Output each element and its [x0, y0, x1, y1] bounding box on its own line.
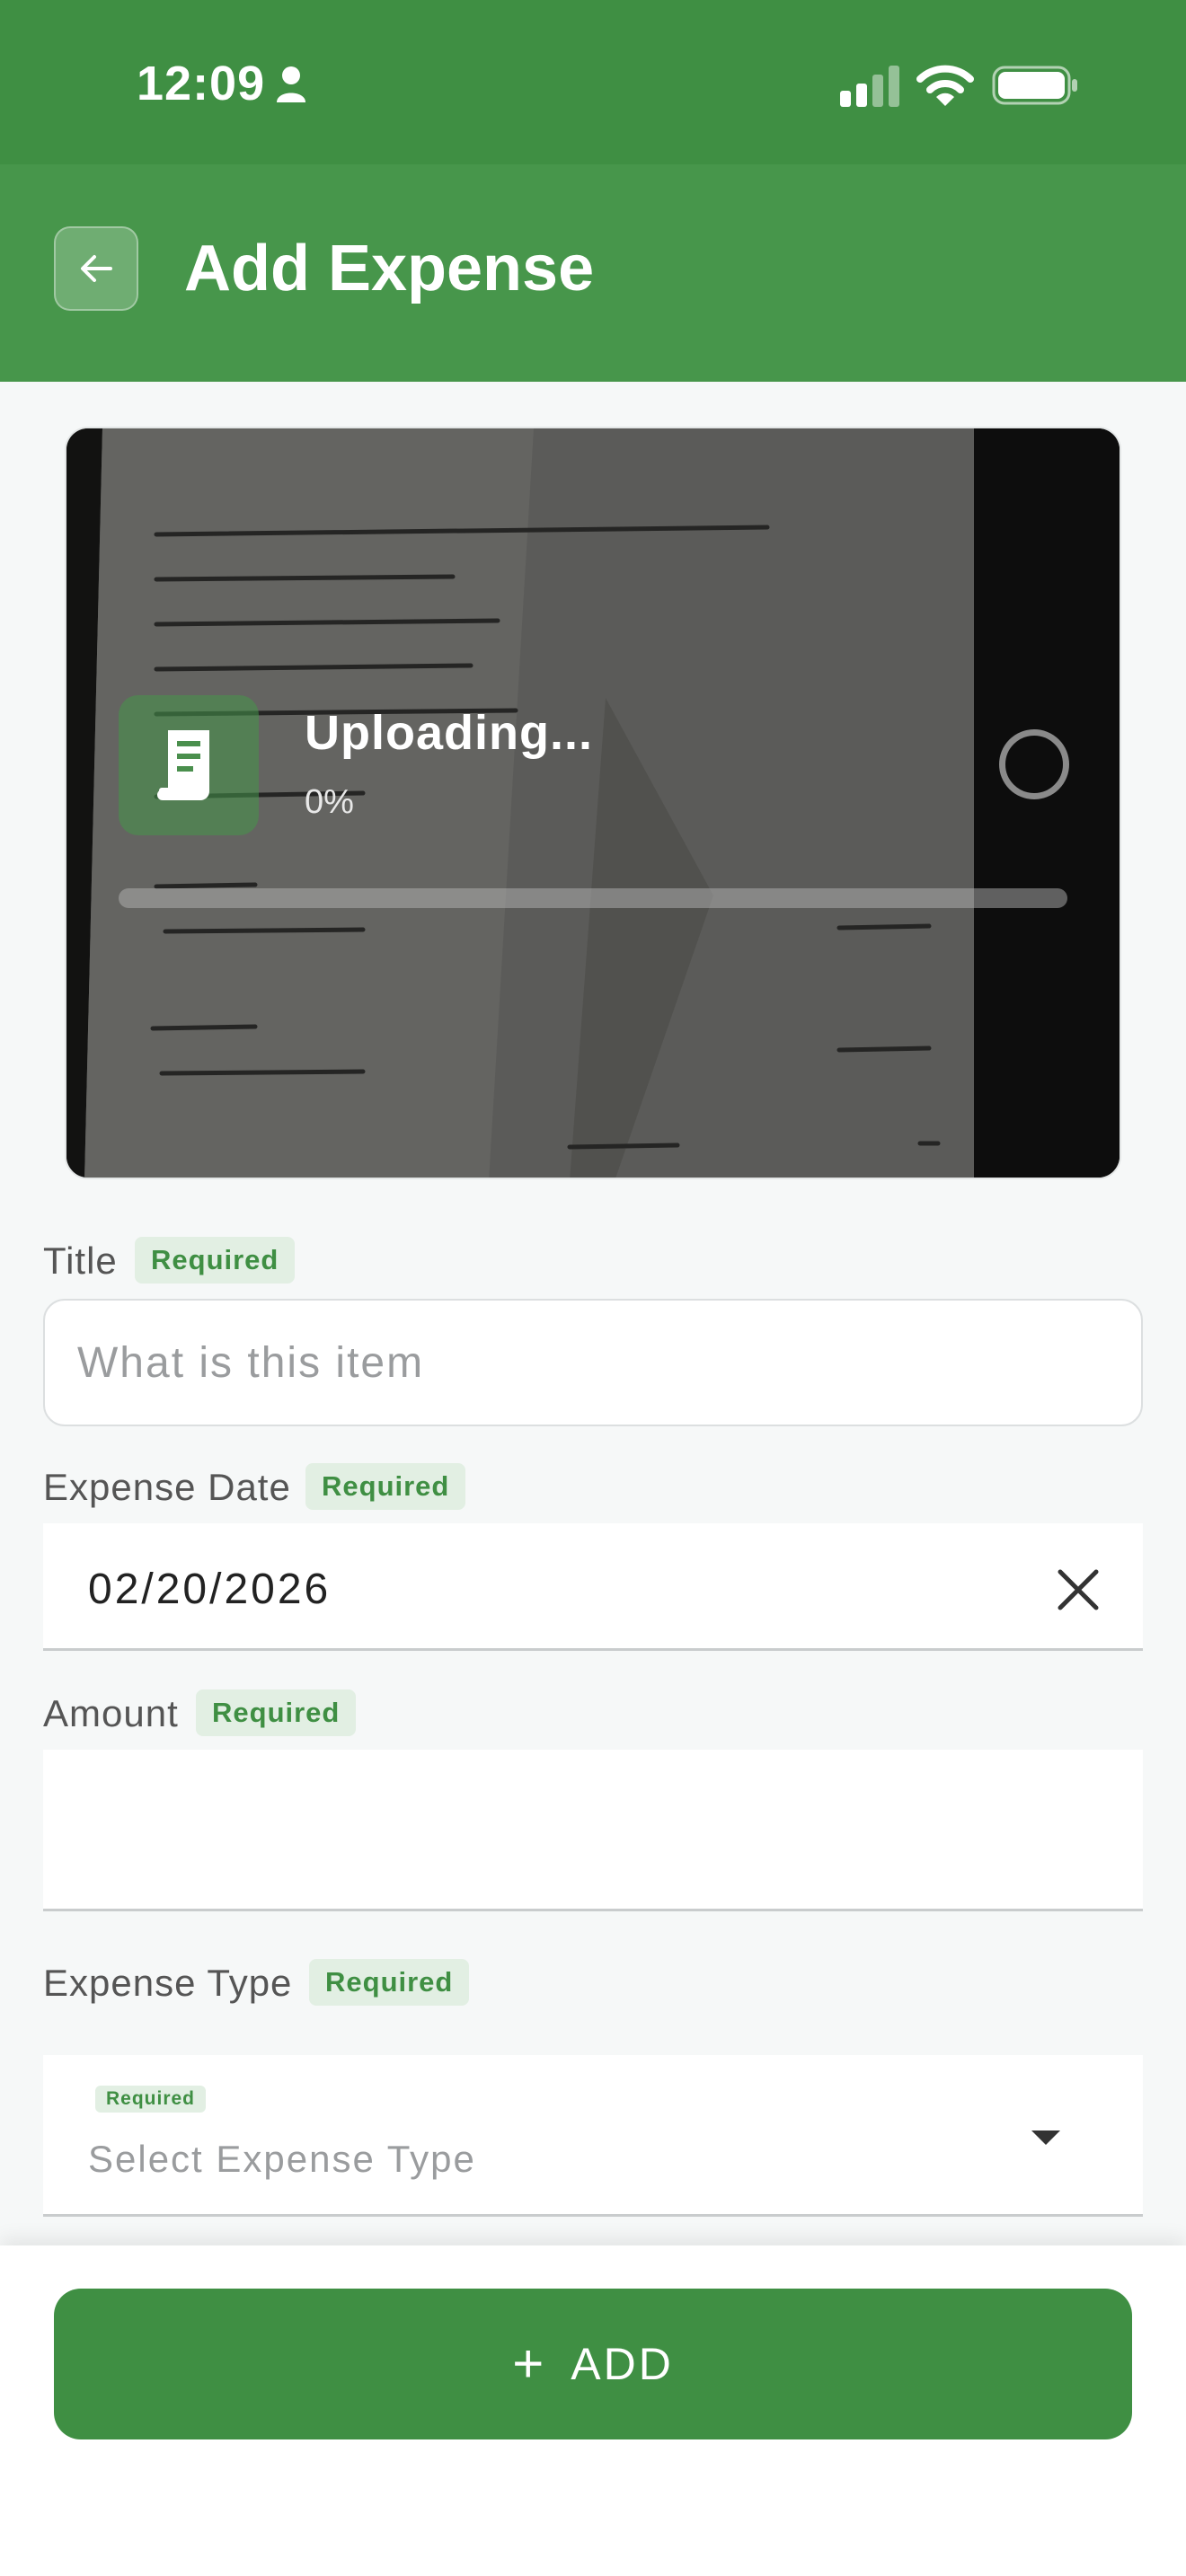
battery-icon: [992, 66, 1077, 105]
expense-type-select[interactable]: [43, 2055, 1143, 2217]
add-button[interactable]: + ADD: [54, 2289, 1132, 2439]
plus-icon: +: [512, 2333, 544, 2394]
expense-date-value: 02/20/2026: [88, 1566, 332, 1613]
person-icon: [277, 66, 305, 102]
receipt-icon: [157, 730, 209, 800]
upload-percent: 0%: [305, 783, 354, 821]
status-time: 12:09: [137, 57, 266, 110]
cellular-signal-icon: [840, 66, 899, 107]
title-required-badge: Required: [135, 1237, 296, 1284]
expense-type-placeholder: Select Expense Type: [88, 2138, 476, 2180]
wifi-icon: [916, 65, 974, 106]
expense-type-inner-badge: Required: [95, 2086, 207, 2113]
amount-required-badge: Required: [196, 1689, 357, 1736]
dropdown-arrow-icon[interactable]: [1030, 2129, 1062, 2147]
arrow-left-icon: [81, 255, 112, 282]
loading-spinner-icon: [999, 729, 1069, 799]
expense-type-label: Expense Type: [43, 1962, 293, 2004]
expense-type-required-badge: Required: [309, 1959, 470, 2006]
receipt-photo[interactable]: Uploading... 0%: [65, 427, 1121, 1179]
upload-file-badge: [119, 695, 259, 835]
amount-input[interactable]: [43, 1750, 1143, 1911]
upload-status-title: Uploading...: [305, 706, 593, 760]
amount-label: Amount: [43, 1692, 179, 1734]
expense-date-label: Expense Date: [43, 1466, 291, 1508]
title-label: Title: [43, 1239, 118, 1282]
expense-date-required-badge: Required: [305, 1463, 466, 1510]
add-button-label: ADD: [571, 2339, 674, 2389]
page-title: Add Expense: [184, 233, 595, 304]
upload-progress-bar: [119, 888, 1067, 908]
title-input-placeholder: What is this item: [77, 1339, 425, 1387]
back-button[interactable]: [54, 226, 138, 311]
clear-date-icon[interactable]: [1053, 1565, 1103, 1615]
